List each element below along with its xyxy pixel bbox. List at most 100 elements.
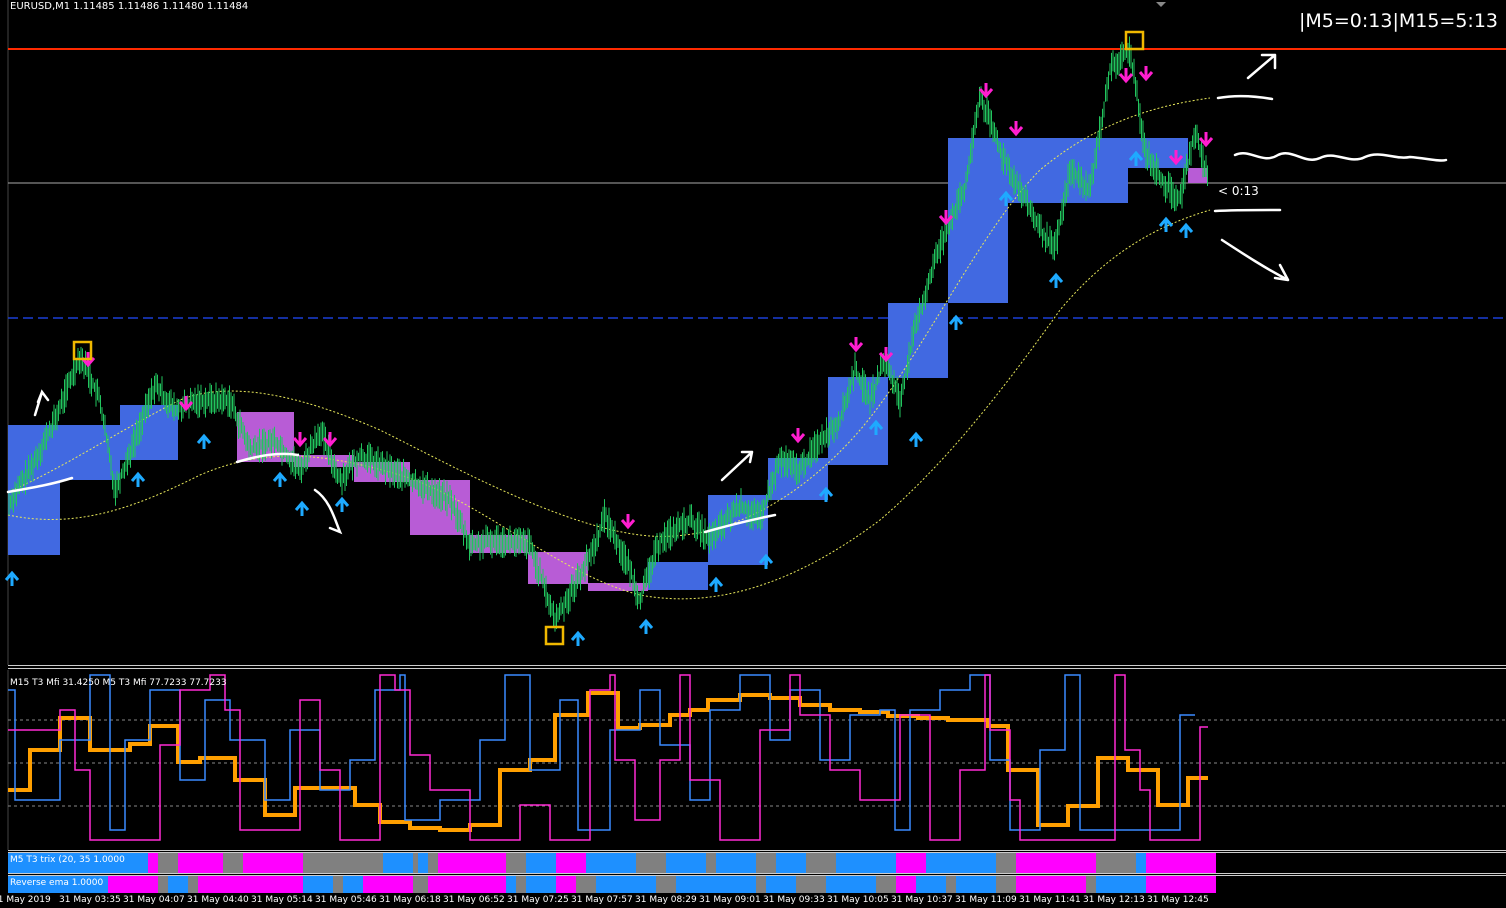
up-arrow-icon bbox=[272, 471, 288, 487]
signal-segment bbox=[836, 853, 896, 873]
window-separator[interactable] bbox=[8, 668, 1506, 669]
signal-segment bbox=[526, 876, 556, 893]
time-tick-label: 31 May 09:01 bbox=[699, 895, 761, 905]
time-tick-label: 31 May 07:57 bbox=[571, 895, 633, 905]
reverse-ema-label: Reverse ema 1.0000 bbox=[10, 878, 104, 888]
signal-segment bbox=[148, 853, 158, 873]
level-box bbox=[588, 583, 648, 591]
signal-segment bbox=[806, 853, 836, 873]
indicator-window[interactable] bbox=[0, 670, 1506, 850]
down-arrow-icon bbox=[848, 337, 864, 353]
signal-segment bbox=[223, 853, 243, 873]
signal-segment bbox=[363, 876, 413, 893]
up-arrow-icon bbox=[294, 500, 310, 516]
signal-segment bbox=[556, 876, 576, 893]
window-separator[interactable] bbox=[8, 665, 1506, 666]
time-tick-label: 31 May 05:46 bbox=[315, 895, 377, 905]
signal-segment bbox=[756, 853, 776, 873]
price-chart[interactable] bbox=[0, 0, 1506, 665]
time-tick-label: 31 May 04:07 bbox=[123, 895, 185, 905]
signal-segment bbox=[636, 853, 666, 873]
signal-segment bbox=[198, 876, 303, 893]
time-tick-label: 31 May 2019 bbox=[0, 895, 51, 905]
signal-segment bbox=[1146, 876, 1216, 893]
time-tick-label: 31 May 10:05 bbox=[827, 895, 889, 905]
time-tick-label: 31 May 10:37 bbox=[891, 895, 953, 905]
hand-drawn-annotation bbox=[1233, 152, 1448, 162]
t3-mfi-m15-line bbox=[8, 691, 1208, 832]
time-axis: 31 May 2019 31 May 03:3531 May 04:07 31 Ma… bbox=[0, 895, 1506, 908]
signal-segment bbox=[896, 876, 916, 893]
hand-drawn-annotation bbox=[720, 450, 754, 482]
signal-segment bbox=[1016, 853, 1096, 873]
up-arrow-icon bbox=[638, 618, 654, 634]
up-arrow-icon bbox=[196, 433, 212, 449]
signal-segment bbox=[946, 876, 956, 893]
hand-drawn-annotation bbox=[1246, 53, 1277, 80]
signal-segment bbox=[776, 853, 806, 873]
signal-segment bbox=[108, 876, 158, 893]
signal-segment bbox=[956, 876, 996, 893]
signal-segment bbox=[168, 876, 188, 893]
time-tick-label: 31 May 06:52 bbox=[443, 895, 505, 905]
signal-segment bbox=[896, 853, 926, 873]
up-arrow-icon bbox=[1048, 272, 1064, 288]
up-arrow-icon bbox=[708, 576, 724, 592]
signal-segment bbox=[506, 876, 516, 893]
signal-segment bbox=[756, 876, 766, 893]
signal-segment bbox=[383, 853, 413, 873]
signal-segment bbox=[438, 853, 506, 873]
time-tick-label: 31 May 03:35 bbox=[59, 895, 121, 905]
signal-segment bbox=[526, 853, 556, 873]
down-arrow-icon bbox=[790, 428, 806, 444]
up-arrow-icon bbox=[570, 630, 586, 646]
signal-segment bbox=[656, 876, 676, 893]
hand-drawn-annotation bbox=[1220, 238, 1290, 282]
time-tick-label: 31 May 05:14 bbox=[251, 895, 313, 905]
signal-segment bbox=[516, 876, 526, 893]
reverse-ema-bar[interactable]: Reverse ema 1.0000 bbox=[8, 876, 1506, 893]
signal-segment bbox=[586, 853, 636, 873]
signal-segment bbox=[1096, 876, 1146, 893]
trix-label: M5 T3 trix (20, 35 1.0000 bbox=[10, 855, 125, 865]
signal-segment bbox=[596, 876, 656, 893]
triangle-down-icon bbox=[1156, 2, 1166, 7]
signal-segment bbox=[428, 876, 506, 893]
time-tick-label: 31 May 11:09 bbox=[955, 895, 1017, 905]
candle-series bbox=[8, 36, 1208, 632]
time-tick-label: 31 May 12:45 bbox=[1147, 895, 1209, 905]
signal-segment bbox=[158, 876, 168, 893]
down-arrow-icon bbox=[620, 514, 636, 530]
hand-drawn-annotation bbox=[1216, 94, 1274, 101]
signal-segment bbox=[576, 876, 596, 893]
time-tick-label: 31 May 09:33 bbox=[763, 895, 825, 905]
hand-drawn-annotation bbox=[313, 488, 343, 535]
candle-timer: |M5=0:13|M15=5:13 bbox=[1298, 10, 1498, 32]
down-arrow-icon bbox=[978, 83, 994, 99]
signal-segment bbox=[158, 853, 178, 873]
up-arrow-icon bbox=[130, 471, 146, 487]
signal-segment bbox=[796, 876, 826, 893]
t3-mfi-m5-line-pink bbox=[8, 674, 1208, 841]
time-tick-label: 31 May 06:18 bbox=[379, 895, 441, 905]
time-tick-label: 31 May 08:29 bbox=[635, 895, 697, 905]
trix-indicator-bar[interactable]: M5 T3 trix (20, 35 1.0000 bbox=[8, 853, 1506, 873]
hand-drawn-annotation bbox=[1213, 208, 1282, 213]
up-arrow-icon bbox=[948, 314, 964, 330]
signal-segment bbox=[303, 853, 383, 873]
signal-segment bbox=[1096, 853, 1136, 873]
down-arrow-icon bbox=[1138, 66, 1154, 82]
signal-segment bbox=[303, 876, 333, 893]
signal-segment bbox=[826, 876, 876, 893]
signal-segment bbox=[676, 876, 756, 893]
signal-segment bbox=[876, 876, 896, 893]
signal-segment bbox=[333, 876, 343, 893]
indicator-label: M15 T3 Mfi 31.4250 M5 T3 Mfi 77.7233 77.… bbox=[10, 678, 227, 688]
signal-segment bbox=[766, 876, 796, 893]
time-tick-label: 31 May 11:41 bbox=[1019, 895, 1081, 905]
level-box bbox=[648, 562, 708, 590]
t3-mfi-m5-line-blue bbox=[8, 674, 1195, 831]
signal-segment bbox=[413, 876, 428, 893]
price-timer: < 0:13 bbox=[1218, 184, 1259, 198]
signal-segment bbox=[343, 876, 363, 893]
